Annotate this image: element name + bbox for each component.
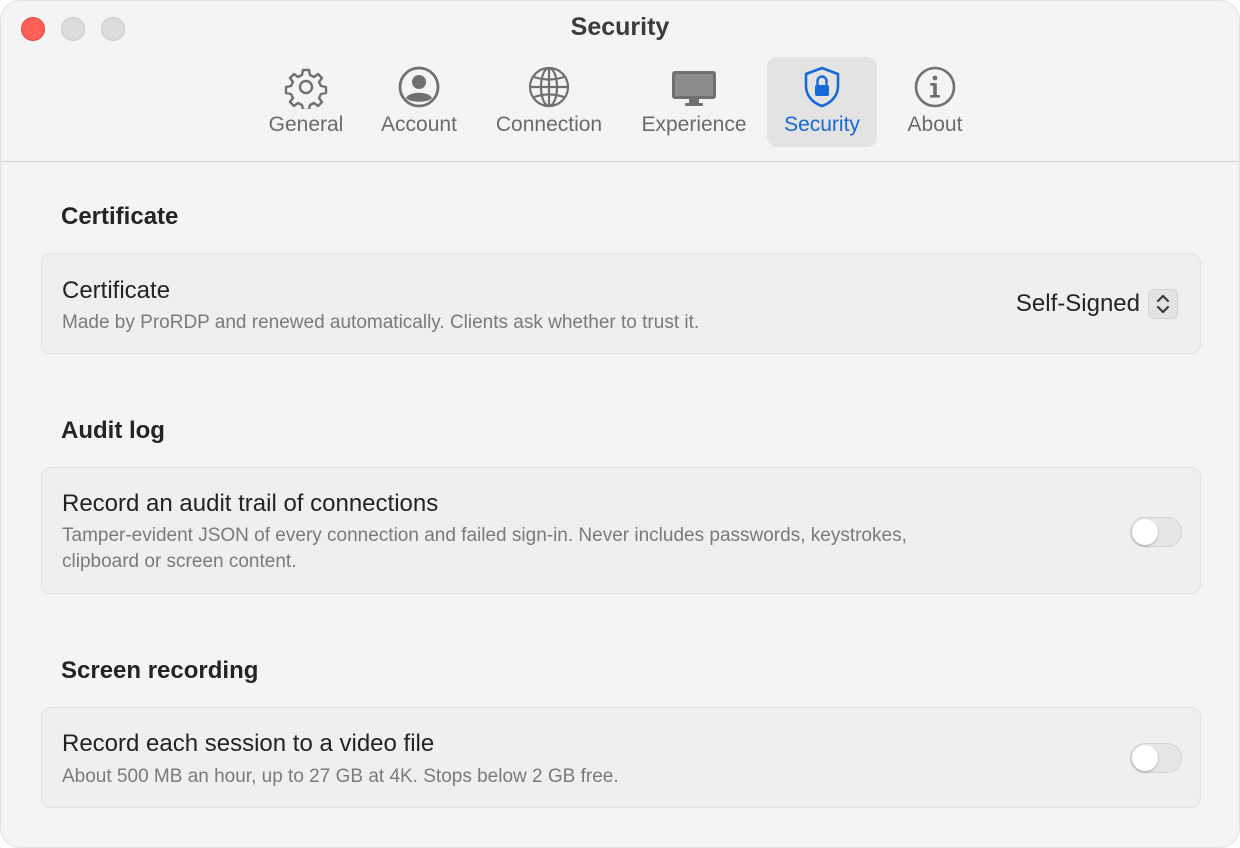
audit-log-title: Record an audit trail of connections — [62, 490, 439, 517]
certificate-type-popup[interactable]: Self-Signed — [1016, 287, 1178, 321]
certificate-card: Certificate Made by ProRDP and renewed a… — [41, 253, 1201, 354]
certificate-title: Certificate — [62, 277, 171, 304]
section-heading-screen-recording: Screen recording — [61, 657, 259, 684]
screen-recording-description: About 500 MB an hour, up to 27 GB at 4K.… — [62, 766, 619, 787]
section-heading-audit-log: Audit log — [61, 417, 165, 444]
shield-lock-icon — [800, 65, 844, 109]
tab-label: Connection — [495, 113, 603, 136]
section-heading-certificate: Certificate — [61, 203, 179, 230]
tab-label: General — [268, 113, 344, 136]
audit-log-card: Record an audit trail of connections Tam… — [41, 467, 1201, 594]
tab-label: Security — [784, 113, 860, 136]
certificate-type-value: Self-Signed — [1015, 290, 1140, 317]
toggle-knob — [1132, 519, 1158, 545]
globe-icon — [527, 65, 571, 109]
screen-recording-toggle[interactable] — [1130, 743, 1182, 773]
info-icon — [913, 65, 957, 109]
audit-log-toggle[interactable] — [1130, 517, 1182, 547]
toolbar: Security General Account Connection Expe… — [1, 1, 1239, 162]
audit-log-description-line-1: Tamper-evident JSON of every connection … — [62, 525, 907, 546]
audit-log-description-line-2: clipboard or screen content. — [62, 551, 297, 572]
screen-recording-title: Record each session to a video file — [62, 730, 435, 757]
tab-label: About — [907, 113, 963, 136]
preferences-window: Security General Account Connection Expe… — [0, 0, 1240, 848]
certificate-description: Made by ProRDP and renewed automatically… — [62, 312, 700, 333]
tab-about[interactable]: About — [893, 57, 977, 147]
toggle-knob — [1132, 745, 1158, 771]
window-title: Security — [570, 13, 670, 41]
tab-security[interactable]: Security — [767, 57, 877, 147]
preferences-tabs: General Account Connection Experience Se… — [1, 57, 1239, 147]
tab-label: Experience — [641, 113, 747, 136]
chevron-up-down-icon — [1148, 289, 1178, 319]
tab-connection[interactable]: Connection — [481, 57, 617, 147]
tab-experience[interactable]: Experience — [629, 57, 759, 147]
tab-general[interactable]: General — [256, 57, 356, 147]
screen-recording-card: Record each session to a video file Abou… — [41, 707, 1201, 808]
gear-icon — [284, 65, 328, 109]
tab-label: Account — [381, 113, 457, 136]
display-icon — [670, 65, 718, 109]
tab-account[interactable]: Account — [368, 57, 470, 147]
person-circle-icon — [397, 65, 441, 109]
